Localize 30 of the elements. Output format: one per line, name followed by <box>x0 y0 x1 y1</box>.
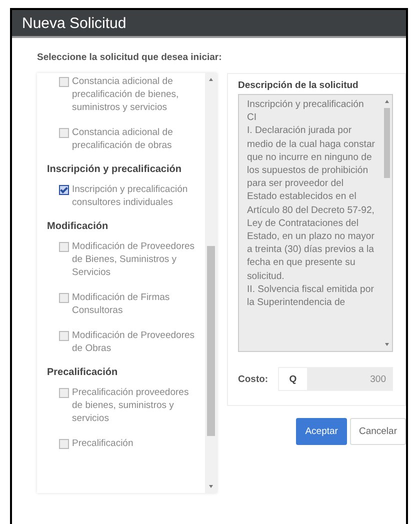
group-heading: Inscripción y precalificación <box>47 164 182 175</box>
request-option[interactable]: Precalificación proveedores de bienes, suministros y servicios <box>59 386 201 425</box>
accept-button[interactable]: Aceptar <box>296 418 347 445</box>
checkbox[interactable] <box>59 77 69 87</box>
prompt-text: Seleccione la solicitud que desea iniciar: <box>36 51 223 63</box>
request-option[interactable]: Constancia adicional de precalificación de obras <box>59 126 201 152</box>
description-text: I. Declaración jurada por medio de la cual haga constar que no incurre en ninguno de los supuestos de prohibición para ser proveedor del Estado establecidos en el Artículo 80 del Decreto 57-92, Ley de Contrataciones del Estado, en un plazo no mayor a treinta (30) días previos a la fecha en que presente su solicitud. <box>247 124 376 283</box>
checkbox[interactable] <box>59 388 69 398</box>
checkbox[interactable] <box>59 128 69 138</box>
checkbox[interactable] <box>59 331 69 341</box>
group-heading: Modificación <box>47 221 110 232</box>
description-textarea[interactable] <box>238 94 393 352</box>
request-option[interactable]: Modificación de Proveedores de Obras <box>59 329 201 355</box>
description-text: Inscripción y precalificación CI <box>247 98 365 124</box>
request-option[interactable]: Inscripción y precalificación consultores individuales <box>59 183 201 209</box>
scrollbar[interactable] <box>205 73 217 493</box>
checkbox[interactable] <box>59 293 69 303</box>
description-text: II. Solvencia fiscal emitida por la Superintendencia de <box>247 282 375 310</box>
request-option[interactable]: Modificación de Firmas Consultoras <box>59 291 201 317</box>
request-option[interactable]: Precalificación <box>59 437 201 450</box>
request-option[interactable]: Modificación de Proveedores de Bienes, Suministros y Servicios <box>59 240 201 279</box>
window-title: Nueva Solicitud <box>22 14 126 32</box>
request-option[interactable]: Constancia adicional de precalificación de bienes, suministros y servicios <box>59 75 201 114</box>
group-heading: Precalificación <box>47 367 119 378</box>
description-heading: Descripción de la solicitud <box>238 80 360 91</box>
checkbox[interactable] <box>59 439 69 449</box>
cost-label: Costo: <box>238 374 270 384</box>
checkbox[interactable] <box>59 242 69 252</box>
checkbox[interactable] <box>59 185 69 195</box>
cancel-button[interactable]: Cancelar <box>350 418 406 445</box>
